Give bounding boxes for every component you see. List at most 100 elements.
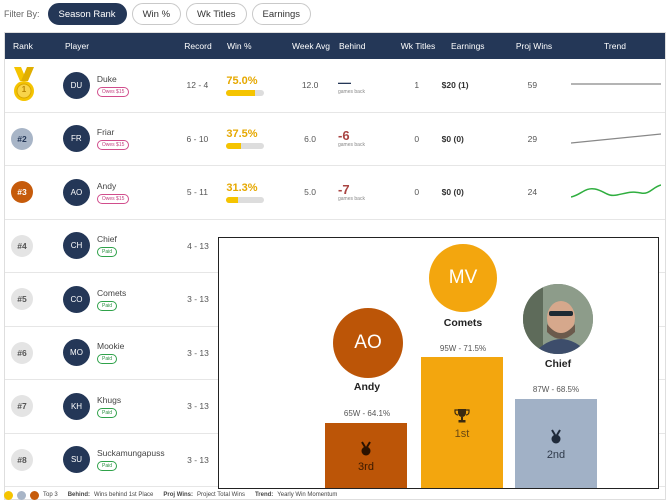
filter-bar: Filter By: Season Rank Win % Wk Titles E… bbox=[0, 0, 667, 28]
week-avg-cell: 6.0 bbox=[304, 133, 316, 144]
avatar: KH bbox=[63, 392, 90, 420]
behind-sub-label: games back bbox=[338, 88, 365, 95]
rank-cell: #2 bbox=[5, 127, 47, 150]
player-cell: FR Friar Owes $15 bbox=[47, 125, 169, 153]
header-trend: Trend bbox=[604, 41, 626, 51]
table-row[interactable]: #3 AO Andy Owes $15 5 - 11 31.3% 5.0 -7 … bbox=[5, 166, 665, 220]
third-place-podium: 3rd bbox=[325, 423, 407, 488]
header-record[interactable]: Record bbox=[169, 41, 227, 51]
legend-trend-desc: Yearly Win Momentum bbox=[277, 492, 338, 498]
payment-badge: Paid bbox=[97, 247, 118, 258]
player-name[interactable]: Suckamungapuss bbox=[97, 448, 165, 458]
second-place-label: 2nd bbox=[546, 448, 566, 461]
rank-cell: 1 bbox=[5, 67, 47, 103]
medal-icon bbox=[361, 440, 371, 455]
win-pct-bar-fill bbox=[226, 89, 255, 96]
header-win-pct[interactable]: Win % bbox=[227, 41, 283, 51]
third-place-avatar: AO bbox=[333, 308, 403, 378]
player-name[interactable]: Friar bbox=[97, 127, 130, 137]
avatar: CO bbox=[63, 285, 90, 313]
first-place-stat: 95W - 71.5% bbox=[439, 344, 487, 353]
header-behind[interactable]: Behind bbox=[339, 41, 393, 51]
rank-badge: #8 bbox=[11, 448, 33, 471]
third-place-label: 3rd bbox=[358, 460, 374, 473]
trend-sparkline bbox=[561, 74, 665, 96]
rank-cell: #4 bbox=[5, 234, 47, 257]
player-name[interactable]: Mookie bbox=[97, 341, 124, 351]
header-proj-wins[interactable]: Proj Wins bbox=[505, 41, 563, 51]
player-name[interactable]: Khugs bbox=[97, 395, 121, 405]
record-cell: 5 - 11 bbox=[186, 187, 208, 198]
header-rank[interactable]: Rank bbox=[5, 41, 47, 51]
avatar: SU bbox=[63, 446, 90, 474]
payment-badge: Owes $15 bbox=[96, 193, 130, 204]
proj-wins-cell: 29 bbox=[527, 133, 538, 144]
win-pct-value: 37.5% bbox=[226, 128, 258, 141]
rank-cell: #5 bbox=[5, 288, 47, 311]
bronze-dot-icon bbox=[30, 490, 39, 500]
behind-sub-label: games back bbox=[338, 142, 365, 149]
trophy-icon bbox=[454, 408, 470, 422]
rank-badge: #3 bbox=[11, 181, 33, 204]
player-name[interactable]: Comets bbox=[97, 288, 126, 298]
win-pct-cell: 37.5% bbox=[226, 128, 282, 150]
payment-badge: Paid bbox=[97, 354, 118, 365]
header-wk-titles[interactable]: Wk Titles bbox=[393, 41, 443, 51]
avatar: FR bbox=[62, 125, 90, 153]
avatar: DU bbox=[62, 71, 90, 99]
avatar: AO bbox=[62, 178, 90, 206]
second-place-photo bbox=[523, 284, 593, 354]
first-place-avatar: MV bbox=[429, 244, 497, 312]
header-week-avg[interactable]: Week Avg bbox=[283, 41, 339, 51]
header-player[interactable]: Player bbox=[47, 41, 169, 51]
player-cell: CO Comets Paid bbox=[47, 285, 169, 313]
filter-win-pct-button[interactable]: Win % bbox=[131, 3, 182, 25]
second-place-name: Chief bbox=[544, 358, 572, 370]
player-cell: SU Suckamungapuss Paid bbox=[47, 446, 169, 474]
behind-sub-label: games back bbox=[338, 195, 365, 202]
third-place-stat: 65W - 64.1% bbox=[343, 409, 391, 418]
proj-wins-cell: 24 bbox=[527, 187, 538, 198]
rank-badge: #7 bbox=[11, 395, 33, 418]
earnings-cell: $0 (0) bbox=[441, 133, 464, 144]
behind-value: -6 bbox=[338, 128, 350, 144]
wk-titles-cell: 1 bbox=[414, 80, 420, 91]
avatar: CH bbox=[63, 232, 90, 260]
payment-badge: Paid bbox=[97, 407, 118, 418]
behind-value: — bbox=[338, 74, 351, 90]
filter-wk-titles-button[interactable]: Wk Titles bbox=[186, 3, 247, 25]
legend-behind-key: Behind: bbox=[67, 492, 91, 498]
table-row[interactable]: 1 DU Duke Owes $15 12 - 4 75.0% 12.0 — g… bbox=[5, 59, 665, 113]
table-row[interactable]: #2 FR Friar Owes $15 6 - 10 37.5% 6.0 -6… bbox=[5, 113, 665, 166]
legend-trend-key: Trend: bbox=[254, 492, 274, 498]
behind-value: -7 bbox=[338, 181, 350, 197]
table-header: Rank Player Record Win % Week Avg Behind… bbox=[5, 33, 665, 59]
header-earnings[interactable]: Earnings bbox=[443, 41, 505, 51]
filter-earnings-button[interactable]: Earnings bbox=[251, 3, 312, 25]
player-name[interactable]: Duke bbox=[97, 74, 130, 84]
win-pct-bar-fill bbox=[226, 196, 239, 203]
filter-label: Filter By: bbox=[4, 9, 40, 19]
player-name[interactable]: Andy bbox=[97, 181, 130, 191]
rank-badge: #5 bbox=[11, 288, 33, 311]
silver-dot-icon bbox=[17, 490, 26, 500]
win-pct-bar bbox=[226, 89, 265, 96]
wk-titles-cell: 0 bbox=[414, 133, 420, 144]
player-name[interactable]: Chief bbox=[97, 234, 117, 244]
win-pct-bar bbox=[226, 143, 265, 150]
payment-badge: Owes $15 bbox=[96, 140, 130, 151]
record-cell: 6 - 10 bbox=[186, 133, 209, 144]
legend-proj-key: Proj Wins: bbox=[163, 492, 194, 498]
filter-season-rank-button[interactable]: Season Rank bbox=[47, 3, 127, 25]
player-cell: MO Mookie Paid bbox=[47, 339, 169, 367]
payment-badge: Paid bbox=[97, 461, 118, 472]
win-pct-cell: 75.0% bbox=[226, 75, 282, 96]
rank-badge: #2 bbox=[11, 127, 33, 150]
trend-sparkline bbox=[561, 181, 665, 203]
player-cell: DU Duke Owes $15 bbox=[47, 71, 169, 99]
rank-cell: #3 bbox=[5, 181, 47, 204]
second-place-stat: 87W - 68.5% bbox=[532, 385, 580, 394]
proj-wins-cell: 59 bbox=[527, 80, 538, 91]
win-pct-bar-fill bbox=[226, 143, 241, 150]
podium-panel: MV Comets 95W - 71.5% 1st Chief 87W - 68… bbox=[218, 237, 659, 489]
